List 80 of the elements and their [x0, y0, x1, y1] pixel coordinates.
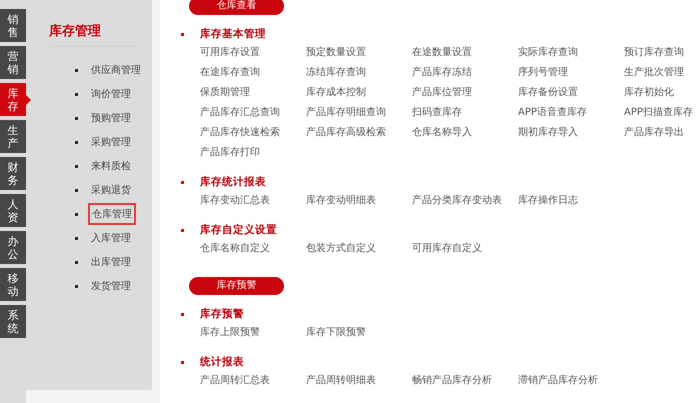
function-link[interactable]: 产品库存明细查询	[306, 103, 412, 123]
function-link[interactable]: APP语音查库存	[518, 103, 624, 123]
function-link[interactable]: 库存初始化	[624, 83, 700, 103]
function-link[interactable]: 保质期管理	[200, 83, 306, 103]
function-link[interactable]: 库存备份设置	[518, 83, 624, 103]
function-link[interactable]: 产品分类库存变动表	[412, 191, 518, 211]
module-tab[interactable]: 办公	[0, 231, 26, 264]
function-link[interactable]: APP扫描查库存	[624, 103, 700, 123]
function-link[interactable]: 预定数量设置	[306, 43, 412, 63]
function-link[interactable]: 产品周转明细表	[306, 371, 412, 391]
function-link[interactable]: 仓库名称自定义	[200, 239, 306, 259]
sidebar-item[interactable]: 出库管理	[88, 252, 134, 272]
bullet-icon	[75, 260, 78, 264]
section-heading: 库存基本管理	[200, 27, 266, 41]
function-link[interactable]: 库存操作日志	[518, 191, 624, 211]
section-heading: 统计报表	[200, 355, 244, 369]
function-link[interactable]: 产品库存高级检索	[306, 123, 412, 143]
module-tab[interactable]: 财务	[0, 157, 26, 190]
sidebar-item[interactable]: 预购管理	[88, 108, 134, 128]
sidebar-title: 库存管理	[49, 22, 102, 40]
bullet-icon	[181, 360, 184, 364]
function-link[interactable]: 库存下限预警	[306, 323, 412, 343]
function-link[interactable]: 产品库存导出	[624, 123, 700, 143]
section-pill: 库存预警	[189, 277, 284, 295]
bullet-icon	[181, 32, 184, 36]
bullet-icon	[181, 180, 184, 184]
section-heading: 库存预警	[200, 307, 244, 321]
function-link[interactable]: 仓库名称导入	[412, 123, 518, 143]
function-link[interactable]: 可用库存设置	[200, 43, 306, 63]
bullet-icon	[75, 116, 78, 120]
function-link[interactable]: 滞销产品库存分析	[518, 371, 624, 391]
bullet-icon	[75, 212, 78, 216]
function-link[interactable]: 预订库存查询	[624, 43, 700, 63]
sidebar-item[interactable]: 采购管理	[88, 132, 134, 152]
module-tab[interactable]: 库存	[0, 83, 26, 116]
bullet-icon	[181, 312, 184, 316]
function-link[interactable]: 产品库存冻结	[412, 63, 518, 83]
sidebar-item[interactable]: 询价管理	[88, 84, 134, 104]
sidebar-item[interactable]: 发货管理	[88, 276, 134, 296]
function-link[interactable]: 期初库存导入	[518, 123, 624, 143]
module-tab[interactable]: 移动	[0, 268, 26, 301]
section-heading: 库存自定义设置	[200, 223, 277, 237]
bullet-icon	[75, 68, 78, 72]
sidebar-item[interactable]: 仓库管理	[88, 203, 136, 225]
module-tab[interactable]: 销售	[0, 9, 26, 42]
function-link[interactable]: 畅销产品库存分析	[412, 371, 518, 391]
bullet-icon	[75, 236, 78, 240]
sidebar-item[interactable]: 入库管理	[88, 228, 134, 248]
function-link[interactable]: 在途数量设置	[412, 43, 518, 63]
function-link[interactable]: 库存变动汇总表	[200, 191, 306, 211]
function-link[interactable]: 可用库存自定义	[412, 239, 518, 259]
function-link[interactable]: 库存上限预警	[200, 323, 306, 343]
function-link[interactable]: 产品库存汇总查询	[200, 103, 306, 123]
module-tab[interactable]: 营销	[0, 46, 26, 79]
bullet-icon	[75, 164, 78, 168]
function-link[interactable]: 序列号管理	[518, 63, 624, 83]
function-link[interactable]: 产品库存打印	[200, 143, 306, 163]
function-link[interactable]: 生产批次管理	[624, 63, 700, 83]
function-link[interactable]: 产品库位管理	[412, 83, 518, 103]
module-tab[interactable]: 人资	[0, 194, 26, 227]
function-link[interactable]: 产品周转汇总表	[200, 371, 306, 391]
module-tab[interactable]: 系统	[0, 305, 26, 338]
bullet-icon	[181, 228, 184, 232]
sidebar-item[interactable]: 采购退货	[88, 180, 134, 200]
function-link[interactable]: 实际库存查询	[518, 43, 624, 63]
section-heading: 库存统计报表	[200, 175, 266, 189]
bullet-icon	[75, 92, 78, 96]
sidebar-item[interactable]: 来料质检	[88, 156, 134, 176]
function-link[interactable]: 在途库存查询	[200, 63, 306, 83]
bullet-icon	[75, 284, 78, 288]
bullet-icon	[75, 140, 78, 144]
function-link[interactable]: 包装方式自定义	[306, 239, 412, 259]
function-link[interactable]: 产品库存快速检索	[200, 123, 306, 143]
function-link[interactable]: 库存成本控制	[306, 83, 412, 103]
sidebar-item[interactable]: 供应商管理	[88, 60, 144, 80]
module-tab[interactable]: 生产	[0, 120, 26, 153]
bullet-icon	[75, 188, 78, 192]
function-link[interactable]: 库存变动明细表	[306, 191, 412, 211]
function-link[interactable]: 扫码查库存	[412, 103, 518, 123]
function-link[interactable]: 冻结库存查询	[306, 63, 412, 83]
